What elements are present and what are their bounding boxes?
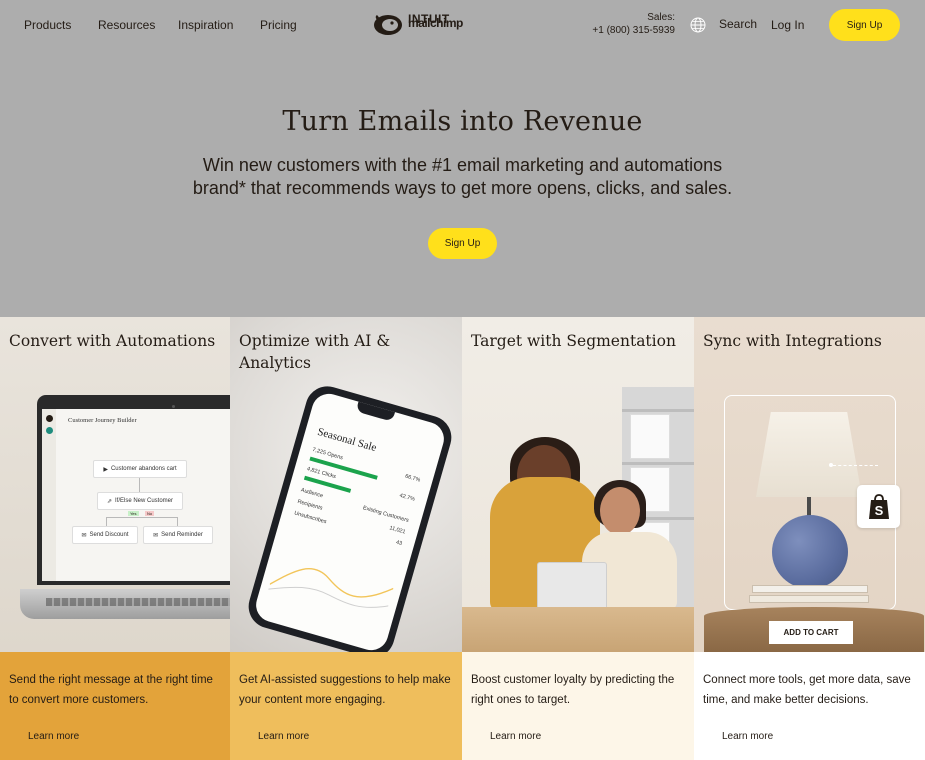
- sales-phone[interactable]: +1 (800) 315-5939: [585, 24, 675, 37]
- sales-label: Sales:: [647, 12, 675, 23]
- card-title: Target with Segmentation: [471, 332, 676, 350]
- card-description: Send the right message at the right time…: [9, 674, 213, 706]
- search-button[interactable]: Search: [719, 17, 757, 31]
- freddie-icon: [372, 13, 404, 37]
- add-to-cart-button[interactable]: ADD TO CART: [769, 621, 853, 644]
- card-description: Get AI-assisted suggestions to help make…: [239, 674, 451, 706]
- journey-trigger-node: ▶ Customer abandons cart: [93, 460, 187, 478]
- nav-pricing[interactable]: Pricing: [260, 18, 297, 32]
- journey-no-tag: No: [145, 511, 155, 516]
- signup-button-nav[interactable]: Sign Up: [829, 9, 900, 41]
- svg-text:S: S: [874, 503, 883, 518]
- phone-unsub-label: Unsubscribes: [293, 510, 328, 526]
- nav-products[interactable]: Products: [24, 18, 71, 32]
- card-footer: Send the right message at the right time…: [0, 652, 230, 760]
- phone-recipients-value: 11,021: [388, 525, 407, 536]
- automations-illustration: Customer Journey Builder ▶ Customer aband…: [0, 317, 230, 652]
- journey-condition-node: ⇗ If/Else New Customer: [97, 492, 183, 510]
- card-description: Connect more tools, get more data, save …: [703, 674, 911, 706]
- top-navigation: Products Resources Inspiration Pricing I…: [0, 0, 925, 50]
- journey-action-right: Send Reminder: [161, 532, 203, 538]
- learn-more-link[interactable]: Learn more: [28, 731, 79, 742]
- segmentation-photo: [462, 317, 694, 652]
- hero-title: Turn Emails into Revenue: [282, 106, 643, 137]
- feature-card-automations[interactable]: Customer Journey Builder ▶ Customer aband…: [0, 317, 230, 760]
- integrations-photo: S ADD TO CART: [694, 317, 925, 652]
- journey-trigger-label: Customer abandons cart: [110, 466, 177, 472]
- phone-mockup: Seasonal Sale 7,225 Opens 66.7% 4,821 Cli…: [243, 381, 457, 652]
- feature-card-ai-analytics[interactable]: Seasonal Sale 7,225 Opens 66.7% 4,821 Cli…: [230, 317, 462, 760]
- journey-condition-label: If/Else New Customer: [115, 498, 174, 504]
- card-title: Optimize with AI & Analytics: [239, 332, 391, 372]
- card-footer: Boost customer loyalty by predicting the…: [462, 652, 694, 760]
- signup-button-hero[interactable]: Sign Up: [428, 228, 497, 259]
- phone-clicks-value: 42.7%: [398, 492, 416, 503]
- journey-send-reminder-node: ✉ Send Reminder: [143, 526, 213, 544]
- card-title: Convert with Automations: [9, 332, 216, 350]
- journey-send-discount-node: ✉ Send Discount: [72, 526, 138, 544]
- card-footer: Get AI-assisted suggestions to help make…: [230, 652, 462, 760]
- card-title: Sync with Integrations: [703, 332, 882, 350]
- journey-builder-title: Customer Journey Builder: [68, 417, 137, 424]
- shopify-icon: S: [857, 485, 900, 528]
- sales-contact: Sales: +1 (800) 315-5939: [585, 11, 675, 37]
- phone-opens-value: 66.7%: [404, 473, 421, 484]
- phone-line-chart: [268, 568, 394, 608]
- nav-inspiration[interactable]: Inspiration: [178, 18, 233, 32]
- learn-more-link[interactable]: Learn more: [258, 731, 309, 742]
- journey-action-left: Send Discount: [89, 532, 129, 538]
- globe-icon[interactable]: [690, 17, 706, 33]
- logo-wordmark: mailchimp: [408, 16, 463, 30]
- feature-cards: Customer Journey Builder ▶ Customer aband…: [0, 317, 925, 760]
- feature-card-segmentation[interactable]: Target with Segmentation Boost customer …: [462, 317, 694, 760]
- feature-card-integrations[interactable]: S ADD TO CART Sync with Integrations Con…: [694, 317, 925, 760]
- card-description: Boost customer loyalty by predicting the…: [471, 674, 675, 706]
- phone-recipients-label: Recipients: [296, 498, 324, 512]
- phone-unsub-value: 43: [395, 539, 403, 548]
- learn-more-link[interactable]: Learn more: [722, 731, 773, 742]
- nav-resources[interactable]: Resources: [98, 18, 155, 32]
- mailchimp-logo[interactable]: INTUIT mailchimp: [372, 12, 544, 38]
- login-link[interactable]: Log In: [771, 18, 804, 32]
- journey-yes-tag: Yes: [128, 511, 139, 516]
- card-footer: Connect more tools, get more data, save …: [694, 652, 925, 760]
- learn-more-link[interactable]: Learn more: [490, 731, 541, 742]
- phone-audience-label: Audience: [300, 487, 324, 500]
- hero-subtitle: Win new customers with the #1 email mark…: [192, 155, 733, 198]
